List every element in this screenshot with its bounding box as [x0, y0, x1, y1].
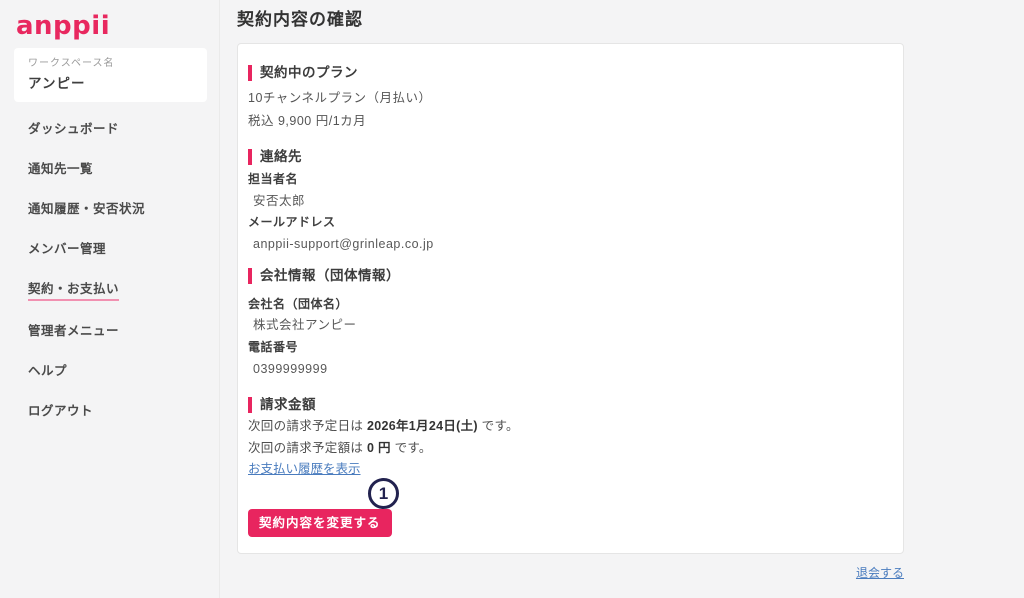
annotation-circle-1: 1	[368, 478, 399, 509]
sidebar-item-admin-menu[interactable]: 管理者メニュー	[28, 325, 219, 341]
sidebar-item-label: 通知履歴・安否状況	[28, 203, 145, 219]
billing-amount-suffix: です。	[391, 441, 432, 455]
billing-next-date-line: 次回の請求予定日は 2026年1月24日(土) です。	[248, 420, 889, 433]
billing-date-suffix: です。	[478, 419, 519, 433]
withdraw-row: 退会する	[237, 564, 904, 582]
section-company: 会社情報（団体情報） 会社名（団体名） 株式会社アンピー 電話番号 039999…	[248, 268, 889, 376]
contract-card: 契約中のプラン 10チャンネルプラン（月払い） 税込 9,900 円/1カ月 連…	[237, 43, 904, 554]
company-name-value: 株式会社アンピー	[248, 319, 889, 332]
contact-email-value: anppii-support@grinleap.co.jp	[248, 238, 889, 251]
contact-person-label: 担当者名	[248, 173, 889, 186]
section-plan: 契約中のプラン 10チャンネルプラン（月払い） 税込 9,900 円/1カ月	[248, 65, 889, 128]
workspace-box: ワークスペース名 アンピー	[14, 48, 207, 102]
billing-date-prefix: 次回の請求予定日は	[248, 419, 367, 433]
sidebar-item-help[interactable]: ヘルプ	[28, 365, 219, 381]
sidebar-item-label: 通知先一覧	[28, 163, 93, 179]
billing-amount-prefix: 次回の請求予定額は	[248, 441, 367, 455]
sidebar: anppii ワークスペース名 アンピー ダッシュボード 通知先一覧 通知履歴・…	[0, 0, 220, 598]
sidebar-item-label: ログアウト	[28, 405, 93, 421]
workspace-name: アンピー	[28, 76, 193, 91]
plan-name: 10チャンネルプラン（月払い）	[248, 92, 889, 105]
billing-amount-value: 0 円	[367, 441, 391, 455]
sidebar-item-label: ヘルプ	[28, 365, 67, 381]
sidebar-item-label: 管理者メニュー	[28, 325, 119, 341]
sidebar-item-label: ダッシュボード	[28, 123, 119, 139]
company-phone-label: 電話番号	[248, 341, 889, 354]
billing-date-value: 2026年1月24日(土)	[367, 419, 478, 433]
contact-email-label: メールアドレス	[248, 216, 889, 229]
sidebar-item-label: メンバー管理	[28, 243, 106, 259]
sidebar-item-notification-list[interactable]: 通知先一覧	[28, 163, 219, 179]
withdraw-link[interactable]: 退会する	[856, 567, 904, 580]
payment-history-link[interactable]: お支払い履歴を表示	[248, 463, 361, 476]
company-heading: 会社情報（団体情報）	[248, 268, 889, 284]
sidebar-item-member-management[interactable]: メンバー管理	[28, 243, 219, 259]
section-billing: 請求金額 次回の請求予定日は 2026年1月24日(土) です。 次回の請求予定…	[248, 397, 889, 478]
main-content: 契約内容の確認 契約中のプラン 10チャンネルプラン（月払い） 税込 9,900…	[237, 10, 904, 582]
change-contract-button[interactable]: 契約内容を変更する	[248, 509, 392, 537]
annotation-number: 1	[379, 484, 388, 504]
sidebar-item-contract-payment[interactable]: 契約・お支払い	[28, 283, 219, 301]
page-title: 契約内容の確認	[237, 10, 904, 30]
sidebar-item-label: 契約・お支払い	[28, 283, 119, 301]
plan-heading: 契約中のプラン	[248, 65, 889, 81]
billing-heading: 請求金額	[248, 397, 889, 413]
billing-next-amount-line: 次回の請求予定額は 0 円 です。	[248, 442, 889, 455]
workspace-label: ワークスペース名	[28, 58, 193, 70]
contact-person-value: 安否太郎	[248, 195, 889, 208]
sidebar-nav: ダッシュボード 通知先一覧 通知履歴・安否状況 メンバー管理 契約・お支払い 管…	[16, 123, 219, 421]
brand-logo[interactable]: anppii	[16, 12, 110, 40]
company-phone-value: 0399999999	[248, 363, 889, 376]
section-contact: 連絡先 担当者名 安否太郎 メールアドレス anppii-support@gri…	[248, 149, 889, 251]
plan-price: 税込 9,900 円/1カ月	[248, 115, 889, 128]
sidebar-item-notification-history[interactable]: 通知履歴・安否状況	[28, 203, 219, 219]
sidebar-item-dashboard[interactable]: ダッシュボード	[28, 123, 219, 139]
contact-heading: 連絡先	[248, 149, 889, 165]
sidebar-item-logout[interactable]: ログアウト	[28, 405, 219, 421]
company-name-label: 会社名（団体名）	[248, 298, 889, 311]
